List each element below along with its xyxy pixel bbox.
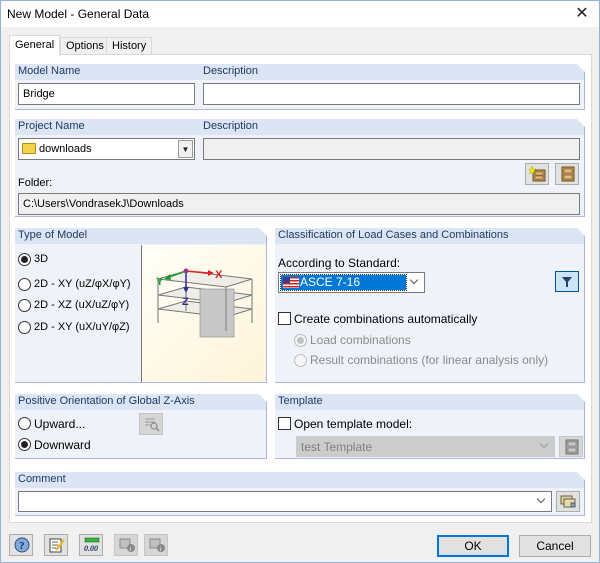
view-details-button[interactable] [139,413,163,435]
new-project-cabinet-icon [529,166,546,182]
project-manager-button[interactable] [555,163,579,185]
load-combinations-label: Load combinations [310,333,411,347]
create-combinations-checkbox[interactable] [278,312,291,325]
model-name-label: Model Name [18,65,81,77]
project-name-value: downloads [39,143,92,155]
tab-history[interactable]: History [106,37,152,55]
view-details-icon [145,418,160,432]
ok-button[interactable]: OK [437,535,509,557]
dropdown-arrow-icon[interactable]: ▼ [178,140,193,158]
result-combinations-label: Result combinations (for linear analysis… [310,353,549,367]
load-combinations-radio[interactable] [294,334,307,347]
3d-structure-diagram: X Y Z [156,268,253,338]
cabinet-icon [565,439,579,455]
comment-input[interactable] [18,491,552,512]
axis-y-label: Y [156,276,164,288]
units-button[interactable]: 0.00 [79,534,103,556]
standard-selected-item: ASCE 7-16 [280,274,407,291]
z-downward-label: Downward [34,438,91,452]
standard-select[interactable]: ASCE 7-16 [278,272,425,293]
project-description-input [203,138,580,160]
project-manager-cabinet-icon [561,166,575,182]
z-axis-title: Positive Orientation of Global Z-Axis [18,395,195,407]
template-group: Template Open template model: test Templ… [275,394,585,459]
edit-icon [49,538,65,553]
svg-text:0.00: 0.00 [84,544,98,553]
template-title: Template [278,395,323,407]
edit-button[interactable] [44,534,68,556]
model-type-2d-xz-label: 2D - XZ (uX/uZ/φY) [34,299,130,311]
template-browse-button[interactable] [559,436,583,457]
model-description-label: Description [203,65,259,77]
svg-text:?: ? [19,540,25,552]
model-illustration: X Y Z [141,245,266,382]
project-name-label: Project Name [18,120,85,132]
chevron-down-icon [538,439,550,452]
template-select: test Template [296,436,555,457]
type-of-model-group: Type of Model 3D 2D - XY (uZ/φX/φY) 2D -… [15,228,267,383]
project-name-select[interactable]: downloads ▼ [18,138,195,160]
comment-library-icon [560,495,576,508]
type-of-model-title: Type of Model [18,229,88,241]
chevron-down-icon[interactable] [535,494,547,507]
units-icon: 0.00 [84,537,100,553]
model-type-2d-xy-plane-radio[interactable] [18,321,31,334]
create-combinations-label: Create combinations automatically [294,312,478,326]
title-bar: New Model - General Data ✕ [1,1,599,27]
project-group: Project Name Description downloads ▼ Fol… [15,119,585,217]
model-type-3d-radio[interactable] [18,253,31,266]
folder-label: Folder: [18,177,53,189]
classification-group: Classification of Load Cases and Combina… [275,228,585,383]
z-axis-group: Positive Orientation of Global Z-Axis Up… [15,394,267,459]
tab-general[interactable]: General [9,35,60,56]
comment-title: Comment [18,473,66,485]
comment-library-button[interactable] [556,491,580,512]
filter-button[interactable] [555,271,579,292]
folder-path-input: C:\Users\VondrasekJ\Downloads [18,193,580,215]
dialog-window: New Model - General Data ✕ General Optio… [0,0,600,563]
standard-label: According to Standard: [278,256,401,270]
chevron-down-icon[interactable] [408,275,420,288]
z-downward-radio[interactable] [18,438,31,451]
window-title: New Model - General Data [7,7,150,21]
z-upward-radio[interactable] [18,417,31,430]
open-template-checkbox[interactable] [278,417,291,430]
standard-value: ASCE 7-16 [300,275,361,289]
import-info-button[interactable]: i [114,534,138,556]
comment-group: Comment [15,472,585,516]
model-name-input[interactable]: Bridge [18,83,195,105]
open-template-label: Open template model: [294,417,413,431]
help-icon: ? [14,537,30,553]
filter-icon [562,277,572,287]
svg-text:i: i [160,547,161,553]
model-type-2d-xz-radio[interactable] [18,299,31,312]
export-info-icon: i [149,538,165,553]
project-description-label: Description [203,120,259,132]
close-icon[interactable]: ✕ [571,4,593,24]
us-flag-icon [283,277,299,288]
folder-icon [22,143,36,154]
axis-x-label: X [215,269,223,281]
import-info-icon: i [119,538,135,553]
tab-options[interactable]: Options [60,37,107,55]
export-info-button[interactable]: i [144,534,168,556]
model-group: Model Name Description Bridge [15,64,585,110]
cancel-button[interactable]: Cancel [519,535,591,557]
model-type-2d-xy-label: 2D - XY (uZ/φX/φY) [34,278,131,290]
model-type-2d-xy-radio[interactable] [18,278,31,291]
svg-text:i: i [130,547,131,553]
template-value: test Template [301,440,373,454]
help-button[interactable]: ? [9,534,33,556]
new-project-button[interactable] [525,163,549,185]
model-description-input[interactable] [203,83,580,105]
model-type-2d-xy-plane-label: 2D - XY (uX/uY/φZ) [34,321,130,333]
axis-z-label: Z [182,296,189,308]
result-combinations-radio[interactable] [294,354,307,367]
model-type-3d-label: 3D [34,253,49,265]
z-upward-label: Upward... [34,417,86,431]
classification-title: Classification of Load Cases and Combina… [278,229,509,241]
